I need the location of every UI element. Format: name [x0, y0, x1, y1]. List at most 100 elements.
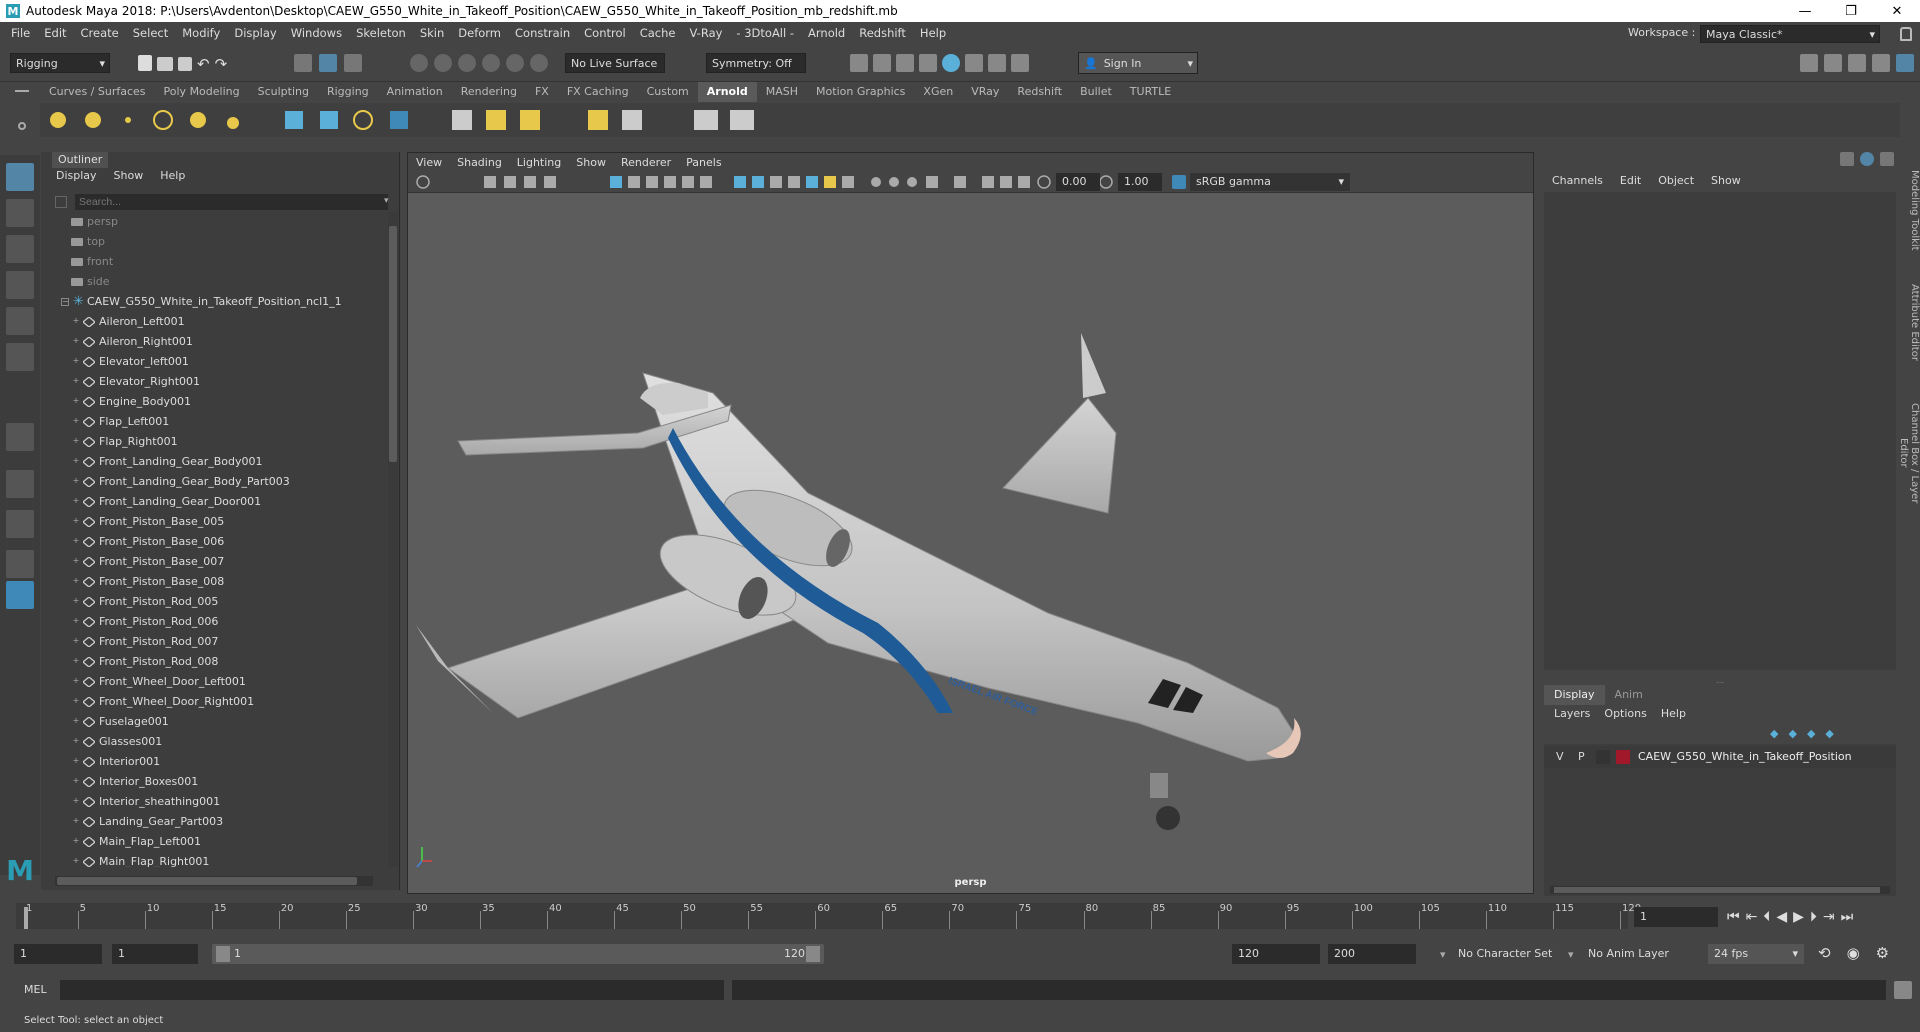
- scrollbar-thumb[interactable]: [389, 226, 397, 462]
- expand-icon[interactable]: +: [72, 497, 80, 506]
- channel-box-menu-object[interactable]: Object: [1658, 174, 1694, 187]
- minimize-button[interactable]: —: [1782, 0, 1828, 22]
- channel-box-menu-edit[interactable]: Edit: [1620, 174, 1641, 187]
- scale-tool-icon[interactable]: [6, 343, 34, 371]
- expand-icon[interactable]: +: [72, 577, 80, 586]
- paint-select-tool-icon[interactable]: [6, 235, 34, 263]
- expand-icon[interactable]: +: [72, 657, 80, 666]
- expand-icon[interactable]: +: [72, 437, 80, 446]
- shelf-tab-vray[interactable]: VRay: [962, 82, 1008, 102]
- shelf-tab-motion-graphics[interactable]: Motion Graphics: [807, 82, 914, 102]
- persp-outliner-layout-icon[interactable]: [6, 550, 34, 578]
- expand-icon[interactable]: +: [72, 837, 80, 846]
- channel-box-icon[interactable]: [1872, 54, 1890, 72]
- attribute-icon[interactable]: [1860, 152, 1874, 166]
- color-management-icon[interactable]: [1172, 175, 1186, 189]
- expand-icon[interactable]: +: [72, 617, 80, 626]
- arnold-shelf-icons[interactable]: [40, 103, 940, 137]
- outliner-camera-front[interactable]: front: [41, 252, 386, 272]
- outliner-item[interactable]: + Aileron_Left001: [41, 312, 386, 332]
- outliner-item[interactable]: + Glasses001: [41, 732, 386, 752]
- gamma-field[interactable]: 1.00: [1118, 173, 1162, 191]
- outliner-item[interactable]: + Interior_sheathing001: [41, 792, 386, 812]
- menu-v-ray[interactable]: V-Ray: [682, 26, 729, 40]
- menu-skin[interactable]: Skin: [413, 26, 451, 40]
- menu-redshift[interactable]: Redshift: [852, 26, 913, 40]
- fps-dropdown[interactable]: 24 fps ▾: [1708, 944, 1804, 964]
- step-back-frame-icon[interactable]: ⏴: [1763, 909, 1770, 925]
- play-forwards-icon[interactable]: ▶: [1793, 909, 1804, 925]
- outliner-menu-display[interactable]: Display: [56, 169, 97, 182]
- lasso-tool-icon[interactable]: [6, 199, 34, 227]
- expand-icon[interactable]: +: [72, 857, 80, 866]
- menu-help[interactable]: Help: [913, 26, 953, 40]
- outliner-item[interactable]: + Front_Piston_Rod_006: [41, 612, 386, 632]
- menu-deform[interactable]: Deform: [451, 26, 508, 40]
- modeling-toolkit-icon[interactable]: [1800, 54, 1818, 72]
- outliner-item[interactable]: + Front_Wheel_Door_Right001: [41, 692, 386, 712]
- layer-row[interactable]: V P CAEW_G550_White_in_Takeoff_Position: [1544, 746, 1896, 768]
- expand-icon[interactable]: +: [72, 537, 80, 546]
- expand-icon[interactable]: +: [72, 397, 80, 406]
- render-view-icon[interactable]: [942, 54, 960, 72]
- outliner-item[interactable]: + Interior_Boxes001: [41, 772, 386, 792]
- expand-icon[interactable]: +: [72, 757, 80, 766]
- expand-icon[interactable]: +: [72, 517, 80, 526]
- ipr-render-icon[interactable]: [873, 54, 891, 72]
- expand-icon[interactable]: +: [72, 717, 80, 726]
- outliner-group[interactable]: − ✳ CAEW_G550_White_in_Takeoff_Position_nc…: [41, 292, 386, 312]
- single-perspective-layout-icon[interactable]: [6, 470, 34, 498]
- shelf-menu-icon[interactable]: [15, 90, 29, 92]
- tool-settings-icon[interactable]: [1848, 54, 1866, 72]
- shelf-tab-custom[interactable]: Custom: [638, 82, 698, 102]
- select-by-component-icon[interactable]: [344, 54, 362, 72]
- shelf-tab-fx[interactable]: FX: [526, 82, 558, 102]
- side-tab-modeling-toolkit[interactable]: Modeling Toolkit: [1902, 160, 1920, 260]
- shelf-tab-animation[interactable]: Animation: [378, 82, 452, 102]
- viewport-panel[interactable]: View Shading Lighting Show Renderer Panels 0.…: [407, 152, 1534, 894]
- chevron-down-icon[interactable]: ▾: [384, 196, 389, 206]
- open-scene-icon[interactable]: [157, 57, 173, 71]
- viewport-menu-shading[interactable]: Shading: [457, 156, 502, 169]
- render-settings-icon[interactable]: [896, 54, 914, 72]
- expand-icon[interactable]: +: [72, 337, 80, 346]
- layer-menu-layers[interactable]: Layers: [1554, 707, 1590, 720]
- aircraft-model[interactable]: ISRAEL AIR FORCE: [408, 193, 1533, 893]
- menu-cache[interactable]: Cache: [633, 26, 683, 40]
- play-backwards-icon[interactable]: ◀: [1776, 909, 1787, 925]
- save-scene-icon[interactable]: [178, 57, 192, 71]
- loop-icon[interactable]: ⟲: [1818, 944, 1831, 962]
- outliner-menu-help[interactable]: Help: [160, 169, 185, 182]
- new-layer-from-selected-icon[interactable]: ◆: [1825, 727, 1833, 740]
- outliner-item[interactable]: + Flap_Right001: [41, 432, 386, 452]
- select-tool-icon[interactable]: [6, 163, 34, 191]
- outliner-item[interactable]: + Main_Flap_Left001: [41, 832, 386, 852]
- outliner-search-input[interactable]: [75, 194, 388, 210]
- collapse-icon[interactable]: −: [61, 298, 69, 306]
- layer-display-type[interactable]: [1596, 750, 1610, 764]
- exposure-field[interactable]: 0.00: [1056, 173, 1100, 191]
- layer-hscrollbar[interactable]: [1550, 886, 1890, 894]
- viewport-menu-view[interactable]: View: [416, 156, 442, 169]
- expand-icon[interactable]: +: [72, 357, 80, 366]
- outliner-item[interactable]: + Front_Piston_Base_007: [41, 552, 386, 572]
- outliner-item[interactable]: + Elevator_Right001: [41, 372, 386, 392]
- side-tab-channel-box-layer-editor[interactable]: Channel Box / Layer Editor: [1898, 388, 1920, 518]
- rotate-tool-icon[interactable]: [6, 307, 34, 335]
- symmetry-dropdown[interactable]: Symmetry: Off: [706, 53, 806, 73]
- shelf-tab-turtle[interactable]: TURTLE: [1121, 82, 1180, 102]
- outliner-item[interactable]: + Front_Piston_Base_006: [41, 532, 386, 552]
- command-language-toggle[interactable]: MEL: [24, 983, 47, 996]
- layer-menu-options[interactable]: Options: [1604, 707, 1646, 720]
- maximize-button[interactable]: ❐: [1828, 0, 1874, 22]
- expand-icon[interactable]: +: [72, 597, 80, 606]
- outliner-scrollbar[interactable]: [388, 212, 398, 867]
- shelf-tab-bullet[interactable]: Bullet: [1071, 82, 1121, 102]
- shelf-tab-mash[interactable]: MASH: [757, 82, 807, 102]
- outliner-item[interactable]: + Elevator_left001: [41, 352, 386, 372]
- step-forward-frame-icon[interactable]: ⏵: [1810, 909, 1817, 925]
- menu-control[interactable]: Control: [577, 26, 633, 40]
- layer-playback-toggle[interactable]: P: [1578, 750, 1585, 763]
- sign-in-button[interactable]: 👤 Sign In ▾: [1078, 52, 1198, 74]
- channel-box-menu-show[interactable]: Show: [1711, 174, 1741, 187]
